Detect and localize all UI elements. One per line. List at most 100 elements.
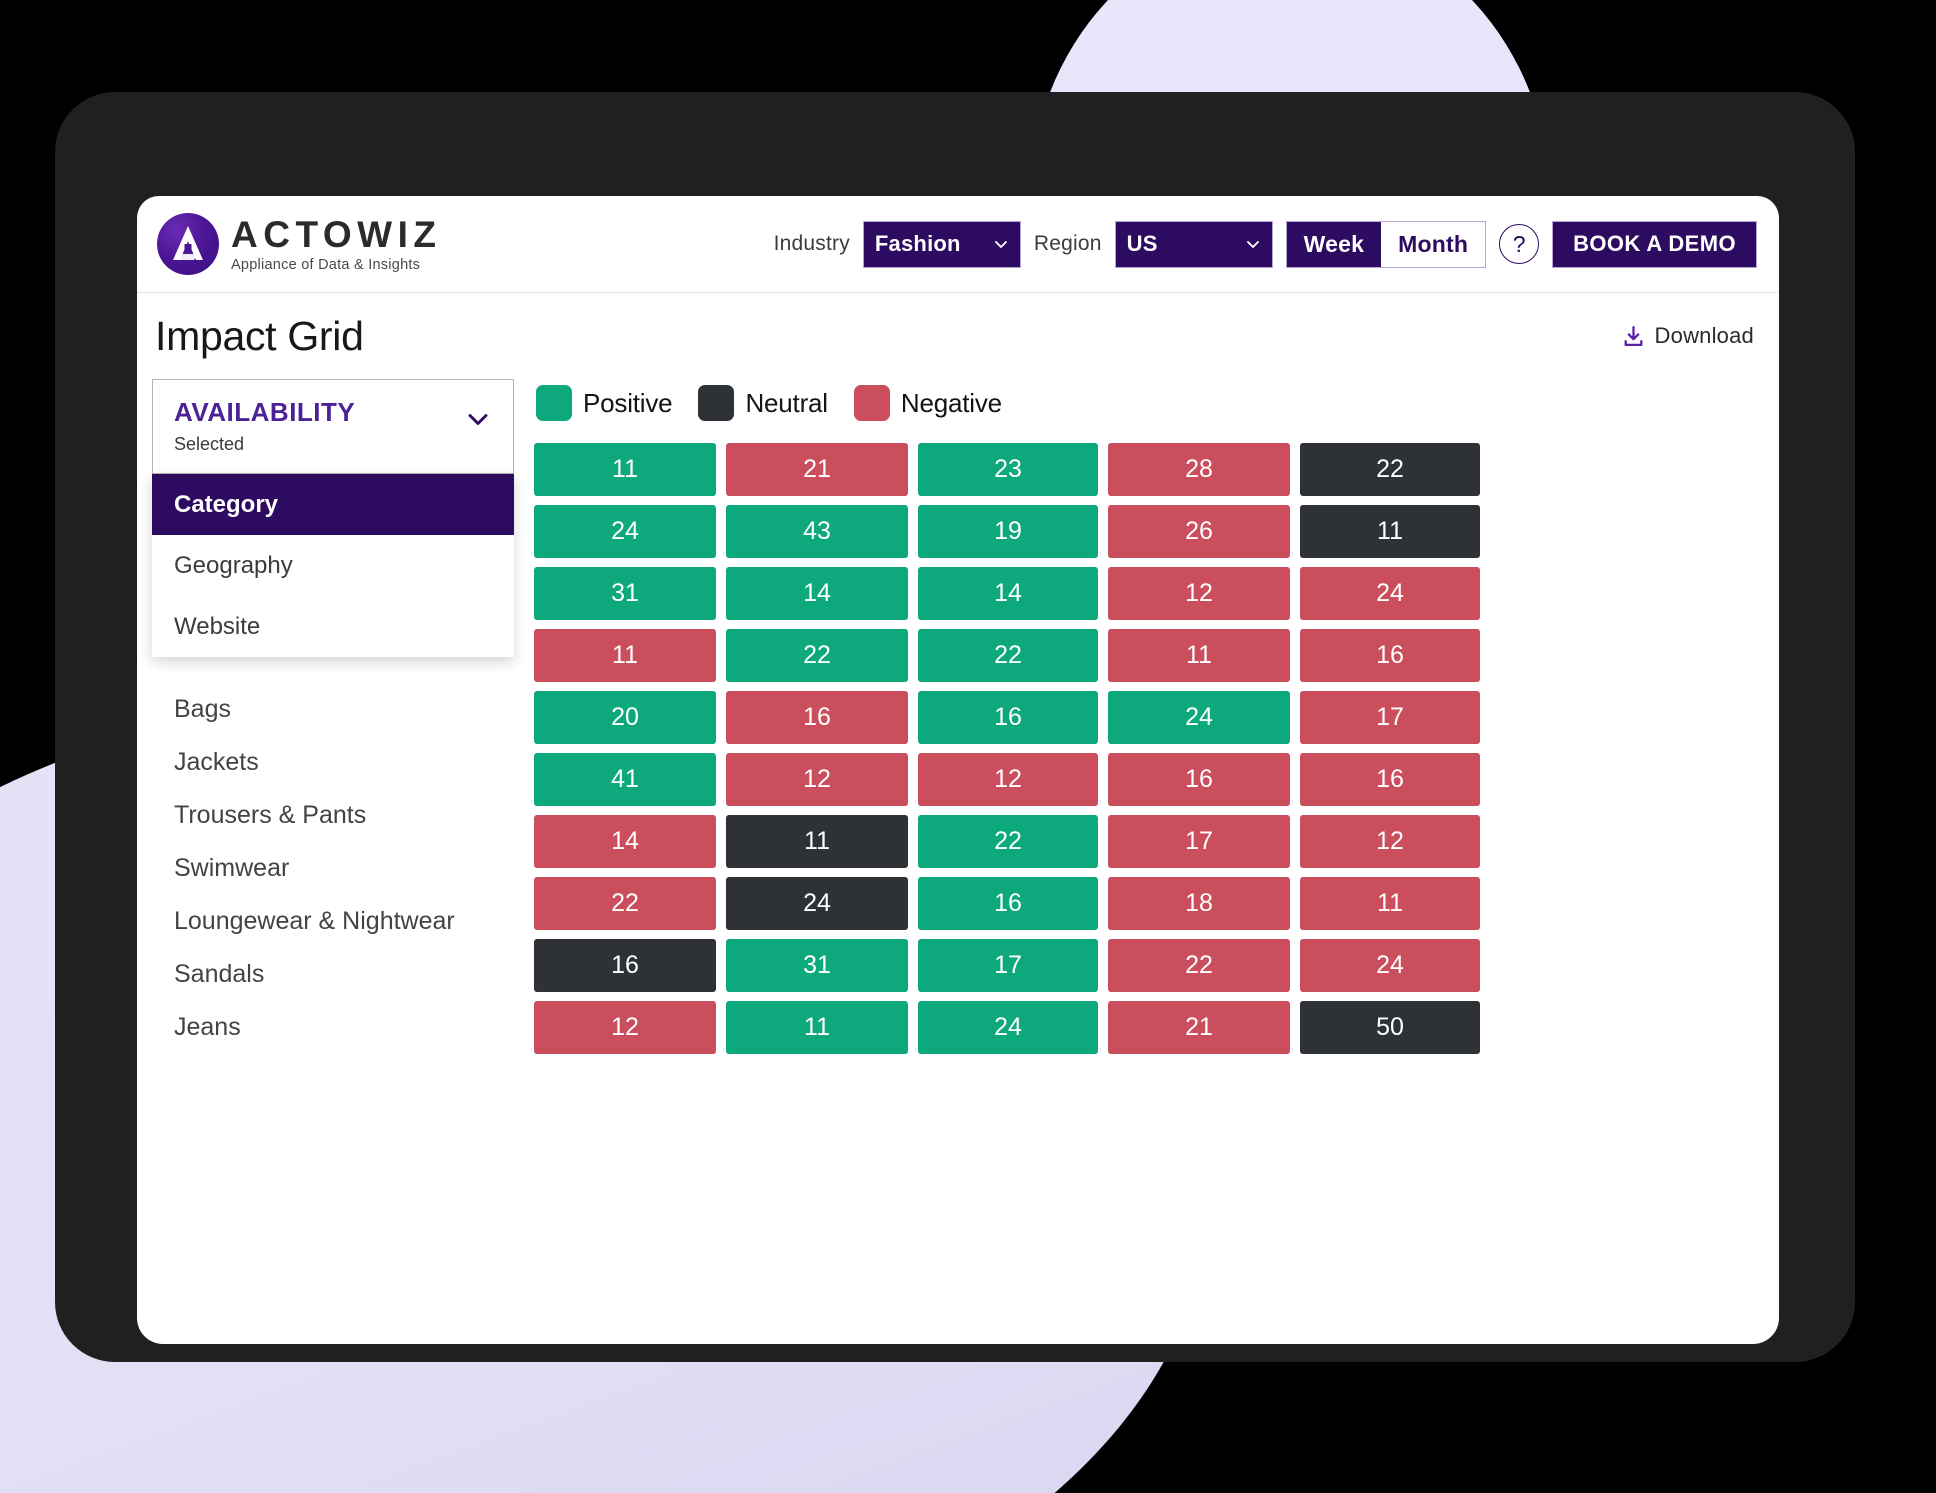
grid-cell[interactable]: 26 <box>1108 505 1290 558</box>
grid-cell[interactable]: 20 <box>534 691 716 744</box>
app-window: ACTOWIZ Appliance of Data & Insights Ind… <box>137 196 1779 1344</box>
grid-cell[interactable]: 12 <box>918 753 1098 806</box>
period-week-button[interactable]: Week <box>1286 221 1382 267</box>
grid-cell[interactable]: 11 <box>534 629 716 682</box>
grid-cell[interactable]: 50 <box>1300 1001 1480 1054</box>
availability-title: AVAILABILITY <box>174 397 356 427</box>
download-button[interactable]: Download <box>1621 323 1754 349</box>
legend: Positive Neutral Negative <box>534 379 1751 443</box>
industry-select-value: Fashion <box>874 231 961 256</box>
grid-panel: Positive Neutral Negative 11 21 23 28 22 24 43 19… <box>534 379 1751 1054</box>
grid-row: 14 11 22 17 12 <box>534 815 1751 868</box>
grid-cell[interactable]: 16 <box>918 691 1098 744</box>
download-label: Download <box>1654 323 1754 348</box>
legend-label: Positive <box>583 387 673 418</box>
grid-cell[interactable]: 24 <box>918 1001 1098 1054</box>
filter-dropdown-menu: Category Geography Website <box>152 474 514 657</box>
grid-cell[interactable]: 16 <box>918 877 1098 930</box>
legend-item-negative: Negative <box>853 385 1002 421</box>
grid-cell[interactable]: 11 <box>1108 629 1290 682</box>
grid-cell[interactable]: 43 <box>726 505 908 558</box>
grid-cell[interactable]: 23 <box>918 443 1098 496</box>
grid-cell[interactable]: 16 <box>1300 629 1480 682</box>
legend-swatch-neutral <box>698 385 735 421</box>
grid-cell[interactable]: 12 <box>534 1001 716 1054</box>
brand-name: ACTOWIZ <box>231 213 442 255</box>
chevron-down-icon <box>1246 241 1259 248</box>
grid-cell[interactable]: 21 <box>726 443 908 496</box>
grid-row: 12 11 24 21 50 <box>534 1001 1751 1054</box>
grid-cell[interactable]: 19 <box>918 505 1098 558</box>
grid-cell[interactable]: 24 <box>534 505 716 558</box>
category-item[interactable]: Jackets <box>152 736 514 789</box>
grid-row: 41 12 12 16 16 <box>534 753 1751 806</box>
period-month-button[interactable]: Month <box>1381 221 1486 267</box>
help-icon[interactable]: ? <box>1499 224 1540 264</box>
industry-select[interactable]: Fashion <box>862 220 1021 268</box>
grid-cell[interactable]: 11 <box>1300 505 1480 558</box>
grid-cell[interactable]: 11 <box>726 1001 908 1054</box>
grid-row: 11 21 23 28 22 <box>534 443 1751 496</box>
grid-cell[interactable]: 17 <box>1300 691 1480 744</box>
grid-cell[interactable]: 16 <box>534 939 716 992</box>
grid-row: 11 22 22 11 16 <box>534 629 1751 682</box>
category-item[interactable]: Jeans <box>152 1001 514 1054</box>
grid-cell[interactable]: 11 <box>726 815 908 868</box>
grid-cell[interactable]: 16 <box>726 691 908 744</box>
grid-cell[interactable]: 16 <box>1300 753 1480 806</box>
grid-cell[interactable]: 12 <box>726 753 908 806</box>
filter-option-geography[interactable]: Geography <box>152 535 514 596</box>
grid-row: 20 16 16 24 17 <box>534 691 1751 744</box>
actowiz-logo-icon <box>157 213 219 275</box>
grid-cell[interactable]: 22 <box>1108 939 1290 992</box>
grid-cell[interactable]: 11 <box>1300 877 1480 930</box>
grid-cell[interactable]: 22 <box>918 815 1098 868</box>
brand-logo[interactable]: ACTOWIZ Appliance of Data & Insights <box>157 213 441 275</box>
category-item[interactable]: Trousers & Pants <box>152 789 514 842</box>
grid-row: 31 14 14 12 24 <box>534 567 1751 620</box>
availability-filter[interactable]: AVAILABILITY Selected <box>152 379 514 474</box>
book-a-demo-button[interactable]: BOOK A DEMO <box>1552 220 1757 268</box>
availability-subtitle: Selected <box>174 434 245 454</box>
grid-cell[interactable]: 17 <box>1108 815 1290 868</box>
sidebar: AVAILABILITY Selected Category Geography W… <box>152 379 514 1054</box>
grid-cell[interactable]: 41 <box>534 753 716 806</box>
grid-cell[interactable]: 14 <box>726 567 908 620</box>
chevron-down-icon[interactable] <box>465 406 491 432</box>
filter-option-website[interactable]: Website <box>152 596 514 657</box>
category-item[interactable]: Loungewear & Nightwear <box>152 895 514 948</box>
grid-cell[interactable]: 14 <box>918 567 1098 620</box>
screenshot-stage: ACTOWIZ Appliance of Data & Insights Ind… <box>0 0 1936 1493</box>
grid-cell[interactable]: 14 <box>534 815 716 868</box>
grid-cell[interactable]: 12 <box>1108 567 1290 620</box>
period-toggle: Week Month <box>1285 220 1487 268</box>
industry-label: Industry <box>773 232 850 255</box>
grid-cell[interactable]: 22 <box>1300 443 1480 496</box>
grid-cell[interactable]: 24 <box>1108 691 1290 744</box>
grid-cell[interactable]: 28 <box>1108 443 1290 496</box>
grid-cell[interactable]: 24 <box>726 877 908 930</box>
grid-row: 24 43 19 26 11 <box>534 505 1751 558</box>
grid-cell[interactable]: 22 <box>726 629 908 682</box>
filter-option-category[interactable]: Category <box>152 474 514 535</box>
grid-cell[interactable]: 22 <box>534 877 716 930</box>
grid-cell[interactable]: 31 <box>534 567 716 620</box>
grid-cell[interactable]: 17 <box>918 939 1098 992</box>
region-select[interactable]: US <box>1114 220 1273 268</box>
grid-cell[interactable]: 11 <box>534 443 716 496</box>
grid-cell[interactable]: 31 <box>726 939 908 992</box>
grid-cell[interactable]: 18 <box>1108 877 1290 930</box>
grid-cell[interactable]: 12 <box>1300 815 1480 868</box>
download-icon <box>1624 325 1643 346</box>
grid-cell[interactable]: 24 <box>1300 939 1480 992</box>
grid-row: 22 24 16 18 11 <box>534 877 1751 930</box>
grid-cell[interactable]: 16 <box>1108 753 1290 806</box>
grid-cell[interactable]: 21 <box>1108 1001 1290 1054</box>
category-item[interactable]: Sandals <box>152 948 514 1001</box>
category-item[interactable]: Swimwear <box>152 842 514 895</box>
chevron-down-icon <box>994 241 1007 248</box>
grid-cell[interactable]: 24 <box>1300 567 1480 620</box>
category-item[interactable]: Bags <box>152 683 514 736</box>
impact-grid: 11 21 23 28 22 24 43 19 26 11 31 14 14 12 24 11 22 22 11 16… <box>534 443 1751 1054</box>
grid-cell[interactable]: 22 <box>918 629 1098 682</box>
